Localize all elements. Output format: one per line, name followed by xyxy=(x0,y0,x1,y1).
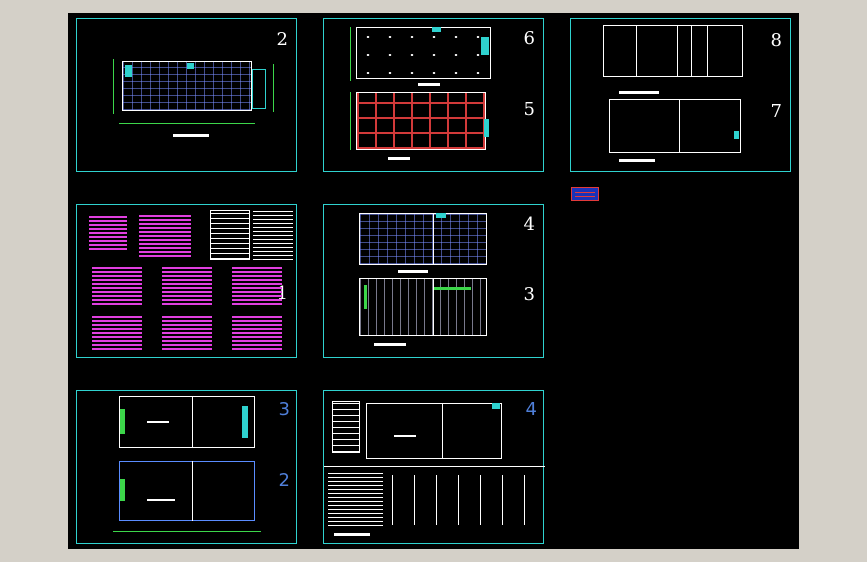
wall-line xyxy=(192,396,193,448)
sheet-number: 2 xyxy=(276,29,288,50)
plan-caption xyxy=(398,270,428,273)
plan-caption xyxy=(147,499,175,501)
dimension-line xyxy=(113,59,114,114)
sheet-number: 6 xyxy=(523,28,535,49)
schedule-block xyxy=(139,213,191,257)
dimension-line xyxy=(119,123,255,124)
wall-line xyxy=(707,25,708,77)
plan-caption xyxy=(173,134,209,137)
wall-line xyxy=(636,25,637,77)
wall-line xyxy=(677,25,678,77)
schedule-block xyxy=(92,315,142,350)
floor-plan xyxy=(366,403,502,459)
drawing-canvas[interactable]: 2 6 5 8 7 1 4 3 3 2 4 xyxy=(68,13,799,549)
toolbar-line xyxy=(575,196,595,197)
sheet-top-right[interactable]: 8 7 xyxy=(570,18,791,172)
floor-plan xyxy=(356,27,491,79)
plan-caption xyxy=(388,157,410,160)
plan-stair xyxy=(120,479,125,501)
dimension-line xyxy=(350,27,351,81)
floor-plan xyxy=(119,461,255,521)
sheet-number: 3 xyxy=(523,284,535,305)
schedule-block xyxy=(89,215,127,250)
plan-caption xyxy=(394,435,416,437)
sheet-bottom-left[interactable]: 3 2 xyxy=(76,390,297,544)
plan-stair xyxy=(120,409,125,434)
dimension-line xyxy=(113,531,261,532)
plan-annex xyxy=(252,69,266,109)
sheet-number: 2 xyxy=(278,470,290,491)
floor-plan xyxy=(603,25,743,77)
legend-table xyxy=(332,401,360,453)
dimension-line xyxy=(273,64,274,112)
sheet-number: 7 xyxy=(770,101,782,122)
wall-line xyxy=(679,99,680,153)
plan-stair xyxy=(481,37,489,55)
schedule-block xyxy=(92,267,142,305)
floor-plan xyxy=(609,99,741,153)
sheet-number: 4 xyxy=(525,399,537,420)
plan-stair xyxy=(125,65,132,77)
sheet-top-left[interactable]: 2 xyxy=(76,18,297,172)
wall-line xyxy=(192,461,193,521)
sheet-number: 3 xyxy=(278,399,290,420)
floor-plan xyxy=(359,213,487,265)
plan-stair xyxy=(484,119,489,137)
plan-caption xyxy=(147,421,169,423)
sheet-divider xyxy=(324,466,545,467)
sheet-mid-mid[interactable]: 4 3 xyxy=(323,204,544,358)
schedule-block xyxy=(162,315,212,350)
dimension-line xyxy=(350,92,351,150)
schedule-block xyxy=(232,315,282,350)
toolbar-line xyxy=(575,192,595,193)
plan-stair xyxy=(242,406,248,438)
riser-diagram xyxy=(392,475,532,525)
plan-caption xyxy=(619,159,655,162)
notes-block xyxy=(328,471,383,526)
plan-caption xyxy=(418,83,440,86)
floating-toolbar-icon[interactable] xyxy=(571,187,599,201)
plan-stair xyxy=(187,63,194,69)
sheet-number: 8 xyxy=(770,30,782,51)
wall-line xyxy=(442,403,443,459)
floor-plan xyxy=(356,92,486,150)
plan-stair xyxy=(734,131,739,139)
sheet-bottom-mid[interactable]: 4 xyxy=(323,390,545,544)
plan-stair xyxy=(432,27,441,32)
floor-plan xyxy=(119,396,255,448)
sheet-mid-left[interactable]: 1 xyxy=(76,204,297,358)
plan-stair xyxy=(436,213,446,218)
wall-line xyxy=(433,213,434,265)
plan-caption xyxy=(334,533,370,536)
plan-caption xyxy=(374,343,406,346)
plan-stair xyxy=(433,287,471,290)
wall-line xyxy=(691,25,692,77)
plan-stair xyxy=(492,403,500,409)
plan-caption xyxy=(619,91,659,94)
plan-stair xyxy=(364,285,367,309)
notes-block xyxy=(253,210,293,260)
wall-line xyxy=(433,278,434,336)
legend-table xyxy=(210,210,250,260)
sheet-number: 4 xyxy=(523,214,535,235)
schedule-block xyxy=(232,267,282,305)
sheet-number: 5 xyxy=(523,99,535,120)
sheet-top-mid[interactable]: 6 5 xyxy=(323,18,544,172)
schedule-block xyxy=(162,267,212,305)
